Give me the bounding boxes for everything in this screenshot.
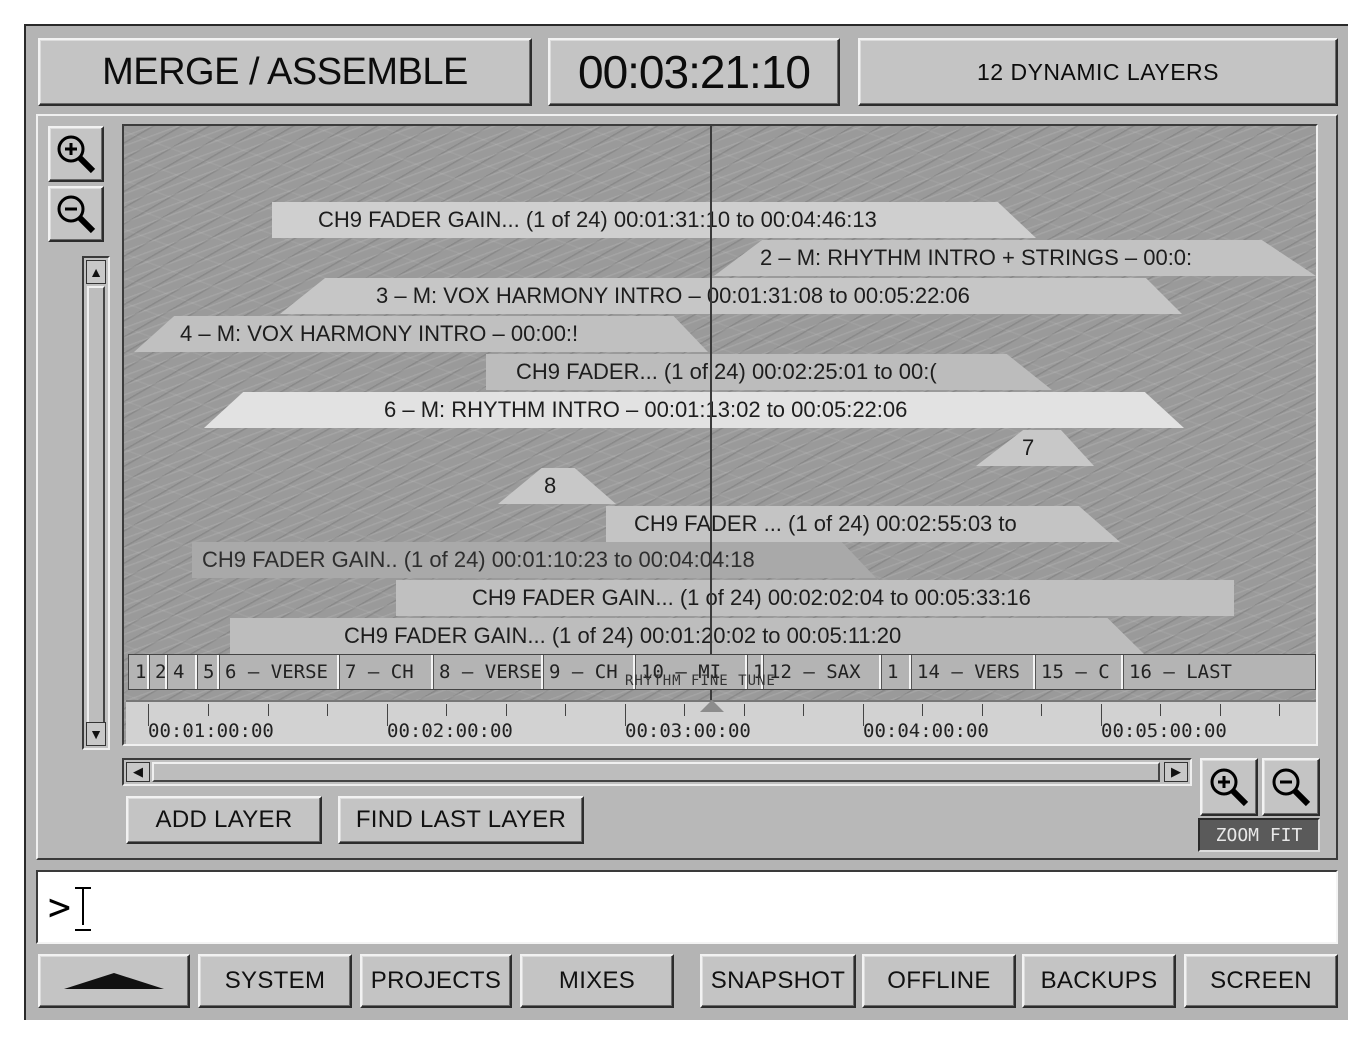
nav-screen-button[interactable]: SCREEN — [1184, 954, 1338, 1008]
vertical-zoom-in-button[interactable] — [48, 126, 104, 182]
layer-bar[interactable]: CH9 FADER... (1 of 24) 00:02:25:01 to 00… — [486, 354, 1052, 390]
layer-bar[interactable]: 2 – M: RHYTHM INTRO + STRINGS – 00:0: — [714, 240, 1316, 276]
marker-item[interactable]: 2 — [149, 655, 167, 689]
horizontal-zoom-out-button[interactable] — [1262, 758, 1320, 816]
marker-item[interactable]: 15 – C — [1035, 655, 1123, 689]
layer-label: 2 – M: RHYTHM INTRO + STRINGS – 00:0: — [760, 245, 1193, 270]
ruler-label: 00:05:00:00 — [1101, 720, 1227, 742]
layer-bar[interactable]: 8 — [498, 468, 616, 504]
layer-label: CH9 FADER GAIN.. (1 of 24) 00:01:10:23 t… — [202, 547, 755, 572]
layer-bar[interactable]: CH9 FADER GAIN... (1 of 24) 00:01:20:02 … — [230, 618, 1144, 654]
scroll-right-icon[interactable]: ▶ — [1164, 762, 1188, 782]
layer-bar[interactable]: CH9 FADER GAIN... (1 of 24) 00:01:31:10 … — [272, 202, 1036, 238]
layer-label: CH9 FADER GAIN... (1 of 24) 00:02:02:04 … — [472, 585, 1031, 610]
nav-backups-button[interactable]: BACKUPS — [1022, 954, 1176, 1008]
zoom-out-icon — [1272, 768, 1311, 807]
marker-item[interactable]: 14 – VERS — [911, 655, 1035, 689]
nav-system-button[interactable]: SYSTEM — [198, 954, 352, 1008]
layer-label: CH9 FADER ... (1 of 24) 00:02:55:03 to — [634, 511, 1017, 536]
nav-projects-button[interactable]: PROJECTS — [360, 954, 512, 1008]
marker-item[interactable]: 8 – VERSE — [433, 655, 543, 689]
layer-bar[interactable]: 4 – M: VOX HARMONY INTRO – 00:00:! — [134, 316, 708, 352]
layer-count-label: 12 DYNAMIC LAYERS — [858, 38, 1338, 106]
nav-offline-button[interactable]: OFFLINE — [862, 954, 1016, 1008]
page-title: MERGE / ASSEMBLE — [38, 38, 532, 106]
scroll-down-icon[interactable]: ▼ — [86, 722, 106, 746]
find-last-layer-button[interactable]: FIND LAST LAYER — [338, 796, 584, 844]
layer-label: CH9 FADER GAIN... (1 of 24) 00:01:20:02 … — [344, 623, 902, 648]
ruler-label: 00:02:00:00 — [387, 720, 513, 742]
vertical-zoom-out-button[interactable] — [48, 186, 104, 242]
layer-bar[interactable]: CH9 FADER GAIN.. (1 of 24) 00:01:10:23 t… — [192, 542, 876, 578]
layer-label: 3 – M: VOX HARMONY INTRO – 00:01:31:08 t… — [376, 283, 970, 308]
playhead-line[interactable] — [710, 126, 712, 712]
ruler-label: 00:01:00:00 — [148, 720, 274, 742]
marker-subtitle: RHYTHM FINE TUNE — [625, 673, 776, 689]
horizontal-scroll-thumb[interactable] — [152, 762, 1160, 782]
vertical-scrollbar[interactable]: ▲ ▼ — [82, 256, 110, 750]
marker-item[interactable]: 9 – CH — [543, 655, 635, 689]
layer-label: 7 — [1022, 435, 1035, 460]
command-input[interactable]: > — [36, 870, 1338, 944]
zoom-in-icon — [57, 135, 96, 174]
marker-item[interactable]: 16 – LAST — [1123, 655, 1315, 689]
layer-bar[interactable]: 6 – M: RHYTHM INTRO – 00:01:13:02 to 00:… — [204, 392, 1184, 428]
layer-label: 4 – M: VOX HARMONY INTRO – 00:00:! — [180, 321, 579, 346]
time-ruler[interactable]: 00:01:00:00 00:02:00:00 00:03:00:00 00:0… — [126, 700, 1316, 744]
timecode-display: 00:03:21:10 — [548, 38, 840, 106]
collapse-menu-button[interactable] — [38, 954, 190, 1008]
nav-mixes-button[interactable]: MIXES — [520, 954, 674, 1008]
layer-bar[interactable]: 7 — [976, 430, 1094, 466]
text-cursor-icon — [74, 887, 91, 931]
horizontal-zoom-in-button[interactable] — [1200, 758, 1258, 816]
marker-item[interactable]: 1 — [881, 655, 911, 689]
marker-item[interactable]: 6 – VERSE — [219, 655, 339, 689]
command-prompt: > — [48, 885, 71, 929]
layer-label: 6 – M: RHYTHM INTRO – 00:01:13:02 to 00:… — [384, 397, 908, 422]
ruler-label: 00:04:00:00 — [863, 720, 989, 742]
triangle-up-icon — [64, 973, 164, 989]
marker-strip[interactable]: 1 2 4 5 6 – VERSE 7 – CH 8 – VERSE 9 – C… — [128, 654, 1316, 690]
zoom-out-icon — [57, 195, 96, 234]
zoom-fit-button[interactable]: ZOOM FIT — [1198, 818, 1320, 852]
marker-item[interactable]: 7 – CH — [339, 655, 433, 689]
marker-item[interactable]: 4 — [167, 655, 197, 689]
ruler-label: 00:03:00:00 — [625, 720, 751, 742]
scroll-up-icon[interactable]: ▲ — [86, 260, 106, 284]
zoom-in-icon — [1210, 768, 1249, 807]
layer-bar[interactable]: 3 – M: VOX HARMONY INTRO – 00:01:31:08 t… — [280, 278, 1182, 314]
horizontal-scrollbar[interactable]: ◀ ▶ — [122, 758, 1192, 786]
timeline-area[interactable]: CH9 FADER GAIN... (1 of 24) 00:01:31:10 … — [122, 124, 1318, 746]
marker-item[interactable]: 5 — [197, 655, 219, 689]
scroll-left-icon[interactable]: ◀ — [126, 762, 150, 782]
layer-bar[interactable]: CH9 FADER GAIN... (1 of 24) 00:02:02:04 … — [396, 580, 1234, 616]
layer-bar[interactable]: CH9 FADER ... (1 of 24) 00:02:55:03 to — [606, 506, 1120, 542]
layer-label: CH9 FADER GAIN... (1 of 24) 00:01:31:10 … — [318, 207, 877, 232]
layer-label: 8 — [544, 473, 557, 498]
marker-item[interactable]: 1 — [129, 655, 149, 689]
playhead-marker-icon[interactable] — [700, 700, 724, 712]
marker-item[interactable]: 12 – SAX — [763, 655, 881, 689]
vertical-scroll-thumb[interactable] — [87, 286, 105, 724]
add-layer-button[interactable]: ADD LAYER — [126, 796, 322, 844]
nav-snapshot-button[interactable]: SNAPSHOT — [700, 954, 856, 1008]
